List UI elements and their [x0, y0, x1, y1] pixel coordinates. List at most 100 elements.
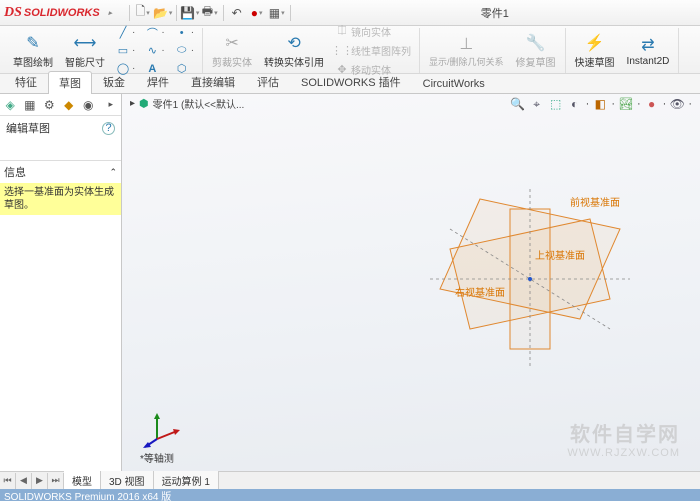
view-orientation-label: *等轴测 [140, 450, 174, 465]
tab-next-icon[interactable]: ▶ [32, 473, 48, 489]
tab-feature[interactable]: 特征 [4, 70, 48, 93]
tab-sketch[interactable]: 草图 [48, 71, 92, 94]
info-label: 信息 [4, 164, 26, 180]
trim-label: 剪裁实体 [212, 54, 252, 69]
panel-tab-tree[interactable]: ◈ [2, 96, 19, 114]
convert-icon: ⟲ [284, 33, 304, 53]
view-orient-icon[interactable]: ⬚ [548, 96, 564, 112]
ribbon-group-quick: ⚡ 快速草图 ⇄ Instant2D [566, 28, 680, 73]
tab-weldment[interactable]: 焊件 [136, 70, 180, 93]
slot-tool[interactable]: ⬭· [173, 43, 196, 59]
help-icon[interactable]: ? [102, 122, 115, 135]
panel-tab-property[interactable]: ▦ [22, 96, 39, 114]
sketch-tools-column: ╱· ▭· ◯· [111, 25, 140, 77]
undo-icon[interactable]: ↶ [229, 5, 245, 21]
rebuild-icon[interactable]: ●▾ [249, 5, 265, 21]
status-bar: SOLIDWORKS Premium 2016 x64 版 [0, 489, 700, 501]
move-tool: ✥移动实体 [333, 61, 413, 78]
trim-button: ✂ 剪裁实体 [207, 31, 257, 71]
section-icon[interactable]: ◧ [592, 96, 608, 112]
rect-tool[interactable]: ▭· [114, 43, 137, 59]
panel-tab-display[interactable]: ◉ [80, 96, 97, 114]
ribbon-group-sketch: ✎ 草图绘制 ⟷ 智能尺寸 ╱· ▭· ◯· ⌒· ∿· A •· ⬭· ⬡ [4, 28, 203, 73]
tab-circuitworks[interactable]: CircuitWorks [412, 74, 496, 93]
tab-nav: ⏮ ◀ ▶ ⏭ [0, 473, 64, 489]
display-style-icon[interactable]: ◐ [567, 96, 583, 112]
repair-label: 修复草图 [516, 54, 556, 69]
mirror-tool: ⎅镜向实体 [333, 23, 413, 40]
viewport-toolbar: 🔍 ⌖ ⬚ ◐· ◧· 🏞· ●· 👁· [510, 96, 692, 112]
convert-button[interactable]: ⟲ 转换实体引用 [259, 31, 329, 71]
part-icon: ⬢ [139, 97, 149, 110]
app-logo: DS SOLIDWORKS ▸ [4, 5, 120, 21]
tab-sheetmetal[interactable]: 钣金 [92, 70, 136, 93]
separator [176, 5, 177, 21]
spline-tool[interactable]: ∿· [143, 43, 166, 59]
smart-dimension-button[interactable]: ⟷ 智能尺寸 [60, 31, 110, 71]
options-icon[interactable]: ▦▾ [269, 5, 285, 21]
ribbon-group-modify: ✂ 剪裁实体 ⟲ 转换实体引用 ⎅镜向实体 ⋮⋮线性草图阵列 ✥移动实体 [203, 28, 420, 73]
front-plane-label[interactable]: 前视基准面 [570, 194, 620, 209]
app-name: SOLIDWORKS [24, 7, 100, 19]
coordinate-triad[interactable] [142, 409, 182, 449]
tab-directedit[interactable]: 直接编辑 [180, 70, 246, 93]
ds-logo-icon: DS [4, 5, 22, 21]
app-menu-dropdown[interactable]: ▸ [102, 5, 118, 21]
zoom-area-icon[interactable]: ⌖ [529, 96, 545, 112]
tab-last-icon[interactable]: ⏭ [48, 473, 64, 489]
sketch-button[interactable]: ✎ 草图绘制 [8, 31, 58, 71]
feature-manager-panel: ◈ ▦ ⚙ ◆ ◉ ▸ 编辑草图 ? 信息 ⌃ 选择一基准面为实体生成草图。 [0, 94, 122, 489]
relations-icon: ⊥ [456, 34, 476, 54]
breadcrumb-text[interactable]: 零件1 (默认<<默认... [153, 96, 245, 111]
info-message: 选择一基准面为实体生成草图。 [0, 183, 121, 215]
repair-icon: 🔧 [526, 33, 546, 53]
model-tabs-bar: ⏮ ◀ ▶ ⏭ 模型 3D 视图 运动算例 1 [0, 471, 700, 489]
pattern-tool: ⋮⋮线性草图阵列 [333, 42, 413, 59]
display-relations-button: ⊥ 显示/删除几何关系 [424, 32, 509, 70]
instant2d-button[interactable]: ⇄ Instant2D [622, 33, 675, 69]
panel-tab-config[interactable]: ⚙ [41, 96, 58, 114]
open-file-icon[interactable]: 📂▾ [155, 5, 171, 21]
sketch-icon: ✎ [23, 33, 43, 53]
appearance-icon[interactable]: ● [644, 96, 660, 112]
trim-icon: ✂ [222, 33, 242, 53]
quick-icon: ⚡ [585, 33, 605, 53]
sketch-tools-column2: ⌒· ∿· A [140, 25, 169, 77]
top-plane-label[interactable]: 上视基准面 [535, 247, 585, 262]
line-tool[interactable]: ╱· [114, 25, 137, 41]
breadcrumb: ▸ ⬢ 零件1 (默认<<默认... [130, 96, 244, 111]
zoom-fit-icon[interactable]: 🔍 [510, 96, 526, 112]
new-file-icon[interactable]: 🗋▾ [135, 5, 151, 21]
graphics-viewport[interactable]: ▸ ⬢ 零件1 (默认<<默认... 🔍 ⌖ ⬚ ◐· ◧· 🏞· ●· 👁· [122, 94, 700, 489]
watermark: 软件自学网 WWW.RJZXW.COM [567, 418, 680, 459]
panel-title-row: 编辑草图 ? [0, 116, 121, 140]
panel-expand[interactable]: ▸ [103, 96, 120, 114]
quick-label: 快速草图 [575, 54, 615, 69]
planes-svg [420, 189, 640, 369]
print-icon[interactable]: 🖶▾ [202, 5, 218, 21]
arc-tool[interactable]: ⌒· [143, 25, 166, 41]
tab-first-icon[interactable]: ⏮ [0, 473, 16, 489]
quick-sketch-button[interactable]: ⚡ 快速草图 [570, 31, 620, 71]
convert-label: 转换实体引用 [264, 54, 324, 69]
panel-tab-dim[interactable]: ◆ [61, 96, 78, 114]
save-icon[interactable]: 💾▾ [182, 5, 198, 21]
instant-label: Instant2D [627, 56, 670, 67]
info-section-header[interactable]: 信息 ⌃ [0, 160, 121, 183]
right-plane-label[interactable]: 右视基准面 [455, 284, 505, 299]
document-title: 零件1 [294, 5, 696, 21]
dimension-label: 智能尺寸 [65, 54, 105, 69]
relations-label: 显示/删除几何关系 [429, 55, 504, 68]
panel-title: 编辑草图 [6, 120, 50, 136]
tab-prev-icon[interactable]: ◀ [16, 473, 32, 489]
tab-evaluate[interactable]: 评估 [246, 70, 290, 93]
repair-button: 🔧 修复草图 [511, 31, 561, 71]
scene-icon[interactable]: 🏞 [618, 96, 634, 112]
ribbon-toolbar: ✎ 草图绘制 ⟷ 智能尺寸 ╱· ▭· ◯· ⌒· ∿· A •· ⬭· ⬡ ✂… [0, 26, 700, 74]
hide-show-icon[interactable]: 👁 [669, 96, 685, 112]
point-tool[interactable]: •· [173, 25, 196, 41]
watermark-url: WWW.RJZXW.COM [567, 447, 680, 459]
modify-column: ⎅镜向实体 ⋮⋮线性草图阵列 ✥移动实体 [330, 23, 416, 78]
sketch-label: 草图绘制 [13, 54, 53, 69]
expand-icon[interactable]: ▸ [130, 98, 135, 109]
